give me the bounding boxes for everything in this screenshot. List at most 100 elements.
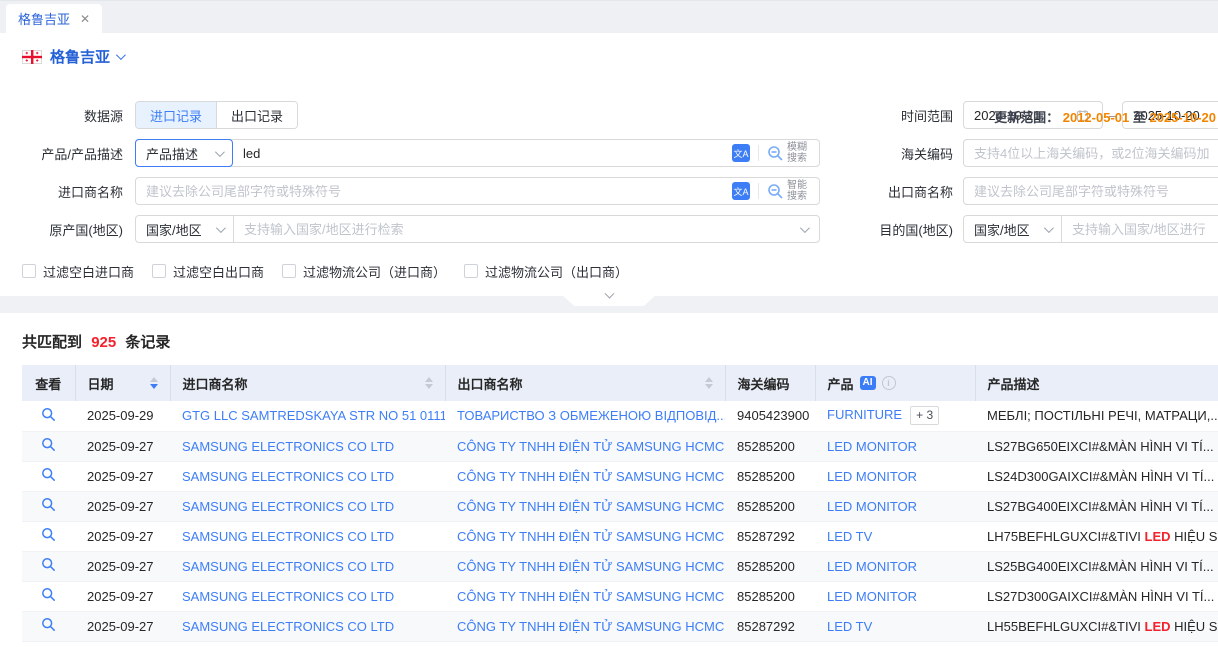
more-products-badge[interactable]: + 3 bbox=[910, 406, 939, 425]
georgia-flag-icon bbox=[22, 50, 42, 64]
view-button[interactable] bbox=[22, 521, 75, 551]
smart-search-icon[interactable] bbox=[767, 183, 784, 200]
fuzzy-search-icon[interactable] bbox=[767, 145, 784, 162]
cell-date: 2025-09-27 bbox=[75, 551, 170, 581]
view-button[interactable] bbox=[22, 611, 75, 641]
exporter-link[interactable]: CÔNG TY TNHH ĐIỆN TỬ SAMSUNG HCMC... bbox=[445, 461, 725, 491]
checkbox-icon[interactable] bbox=[152, 264, 166, 278]
filter-checkbox-row: 过滤空白进口商过滤空白出口商过滤物流公司（进口商） 过滤物流公司（出口商） bbox=[22, 260, 1218, 282]
importer-input[interactable] bbox=[146, 184, 726, 199]
close-icon[interactable]: ✕ bbox=[80, 12, 90, 26]
product-link[interactable]: LED MONITOR bbox=[827, 559, 917, 574]
hs-code-field[interactable] bbox=[963, 139, 1218, 167]
column-header-1[interactable]: 日期 bbox=[75, 365, 170, 401]
filter-checkbox-2[interactable]: 过滤物流公司（进口商） bbox=[282, 262, 446, 281]
checkbox-icon[interactable] bbox=[282, 264, 296, 278]
importer-link[interactable]: SAMSUNG ELECTRONICS CO LTD bbox=[170, 611, 445, 641]
filter-checkbox-0[interactable]: 过滤空白进口商 bbox=[22, 262, 134, 281]
info-icon[interactable]: i bbox=[882, 376, 896, 390]
product-link[interactable]: LED MONITOR bbox=[827, 439, 917, 454]
table-row: 2025-09-27SAMSUNG ELECTRONICS CO LTDCÔNG… bbox=[22, 611, 1218, 641]
translate-icon[interactable]: 文A bbox=[732, 144, 750, 162]
view-record-icon[interactable] bbox=[41, 407, 56, 422]
importer-link[interactable]: SAMSUNG ELECTRONICS CO LTD bbox=[170, 581, 445, 611]
hs-code-input[interactable] bbox=[974, 146, 1218, 161]
tab-georgia[interactable]: 格鲁吉亚 ✕ bbox=[6, 4, 102, 33]
view-button[interactable] bbox=[22, 431, 75, 461]
product-link[interactable]: LED MONITOR bbox=[827, 469, 917, 484]
filter-panel: 更新范围： 2012-05-01 至 2025-10-20 数据源 进口记录 出… bbox=[0, 101, 1218, 313]
results-suffix: 条记录 bbox=[125, 334, 170, 351]
cell-hs-code: 85285200 bbox=[725, 461, 815, 491]
view-record-icon[interactable] bbox=[41, 527, 56, 542]
view-button[interactable] bbox=[22, 401, 75, 431]
sort-icon[interactable] bbox=[425, 377, 433, 389]
exporter-link[interactable]: ТОВАРИСТВО З ОБМЕЖЕНОЮ ВІДПОВІД... bbox=[445, 401, 725, 431]
chevron-down-icon bbox=[216, 223, 226, 233]
dest-country-select[interactable]: 国家/地区 bbox=[964, 215, 1062, 243]
exporter-input[interactable] bbox=[974, 184, 1218, 199]
exporter-field[interactable] bbox=[963, 177, 1218, 205]
smart-search-label[interactable]: 智能搜索 bbox=[787, 180, 809, 202]
product-link[interactable]: LED TV bbox=[827, 619, 872, 634]
product-link[interactable]: LED TV bbox=[827, 529, 872, 544]
cell-hs-code: 85285200 bbox=[725, 431, 815, 461]
country-title[interactable]: 格鲁吉亚 bbox=[50, 46, 110, 67]
product-type-select[interactable]: 产品描述 bbox=[135, 139, 233, 167]
product-search-input[interactable] bbox=[243, 146, 726, 161]
view-button[interactable] bbox=[22, 551, 75, 581]
checkbox-icon[interactable] bbox=[464, 264, 478, 278]
cell-hs-code: 9405423900 bbox=[725, 401, 815, 431]
cell-description: МЕБЛІ; ПОСТІЛЬНІ РЕЧІ, МАТРАЦИ,... bbox=[975, 401, 1218, 431]
origin-country-select-value: 国家/地区 bbox=[146, 220, 202, 239]
view-button[interactable] bbox=[22, 461, 75, 491]
importer-link[interactable]: SAMSUNG ELECTRONICS CO LTD bbox=[170, 461, 445, 491]
fuzzy-search-label[interactable]: 模糊搜索 bbox=[787, 142, 809, 164]
cell-description: LH55BEFHLGUXCI#&TIVI LED HIỆU S... bbox=[975, 611, 1218, 641]
product-link[interactable]: LED MONITOR bbox=[827, 589, 917, 604]
cell-product: LED TV bbox=[815, 521, 975, 551]
checkbox-icon[interactable] bbox=[22, 264, 36, 278]
chevron-down-icon bbox=[1044, 223, 1054, 233]
filter-checkbox-3[interactable]: 过滤物流公司（出口商） bbox=[464, 262, 628, 281]
importer-link[interactable]: SAMSUNG ELECTRONICS CO LTD bbox=[170, 431, 445, 461]
importer-link[interactable]: SAMSUNG ELECTRONICS CO LTD bbox=[170, 551, 445, 581]
exporter-link[interactable]: CÔNG TY TNHH ĐIỆN TỬ SAMSUNG HCMC... bbox=[445, 491, 725, 521]
collapse-filters-handle[interactable] bbox=[553, 287, 665, 306]
view-button[interactable] bbox=[22, 581, 75, 611]
cell-description: LS27D300GAIXCI#&MÀN HÌNH VI TÍ... bbox=[975, 581, 1218, 611]
view-record-icon[interactable] bbox=[41, 617, 56, 632]
view-record-icon[interactable] bbox=[41, 497, 56, 512]
tab-import-records[interactable]: 进口记录 bbox=[136, 102, 216, 128]
view-button[interactable] bbox=[22, 491, 75, 521]
dest-country-input[interactable] bbox=[1072, 222, 1218, 237]
view-record-icon[interactable] bbox=[41, 587, 56, 602]
tab-export-records[interactable]: 出口记录 bbox=[216, 102, 297, 128]
importer-link[interactable]: SAMSUNG ELECTRONICS CO LTD bbox=[170, 491, 445, 521]
sort-icon[interactable] bbox=[705, 377, 713, 389]
chevron-down-icon[interactable] bbox=[116, 50, 126, 60]
cell-description: LH75BEFHLGUXCI#&TIVI LED HIỆU S... bbox=[975, 521, 1218, 551]
exporter-link[interactable]: CÔNG TY TNHH ĐIỆN TỬ SAMSUNG HCMC... bbox=[445, 551, 725, 581]
cell-date: 2025-09-27 bbox=[75, 611, 170, 641]
sort-icon[interactable] bbox=[150, 377, 158, 389]
filter-checkbox-1[interactable]: 过滤空白出口商 bbox=[152, 262, 264, 281]
view-record-icon[interactable] bbox=[41, 467, 56, 482]
exporter-link[interactable]: CÔNG TY TNHH ĐIỆN TỬ SAMSUNG HCMC... bbox=[445, 611, 725, 641]
importer-link[interactable]: SAMSUNG ELECTRONICS CO LTD bbox=[170, 521, 445, 551]
origin-country-select[interactable]: 国家/地区 bbox=[136, 215, 234, 243]
product-link[interactable]: FURNITURE bbox=[827, 407, 902, 422]
origin-country-label: 原产国(地区) bbox=[0, 220, 135, 239]
product-link[interactable]: LED MONITOR bbox=[827, 499, 917, 514]
origin-country-input[interactable] bbox=[244, 222, 800, 237]
exporter-link[interactable]: CÔNG TY TNHH ĐIỆN TỬ SAMSUNG HCMC... bbox=[445, 581, 725, 611]
exporter-link[interactable]: CÔNG TY TNHH ĐIỆN TỬ SAMSUNG HCMC... bbox=[445, 431, 725, 461]
column-header-2[interactable]: 进口商名称 bbox=[170, 365, 445, 401]
column-header-6: 产品描述 bbox=[975, 365, 1218, 401]
importer-link[interactable]: GTG LLC SAMTREDSKAYA STR NO 51 01119... bbox=[170, 401, 445, 431]
view-record-icon[interactable] bbox=[41, 557, 56, 572]
column-header-3[interactable]: 出口商名称 bbox=[445, 365, 725, 401]
exporter-link[interactable]: CÔNG TY TNHH ĐIỆN TỬ SAMSUNG HCMC... bbox=[445, 521, 725, 551]
view-record-icon[interactable] bbox=[41, 437, 56, 452]
translate-icon[interactable]: 文A bbox=[732, 182, 750, 200]
